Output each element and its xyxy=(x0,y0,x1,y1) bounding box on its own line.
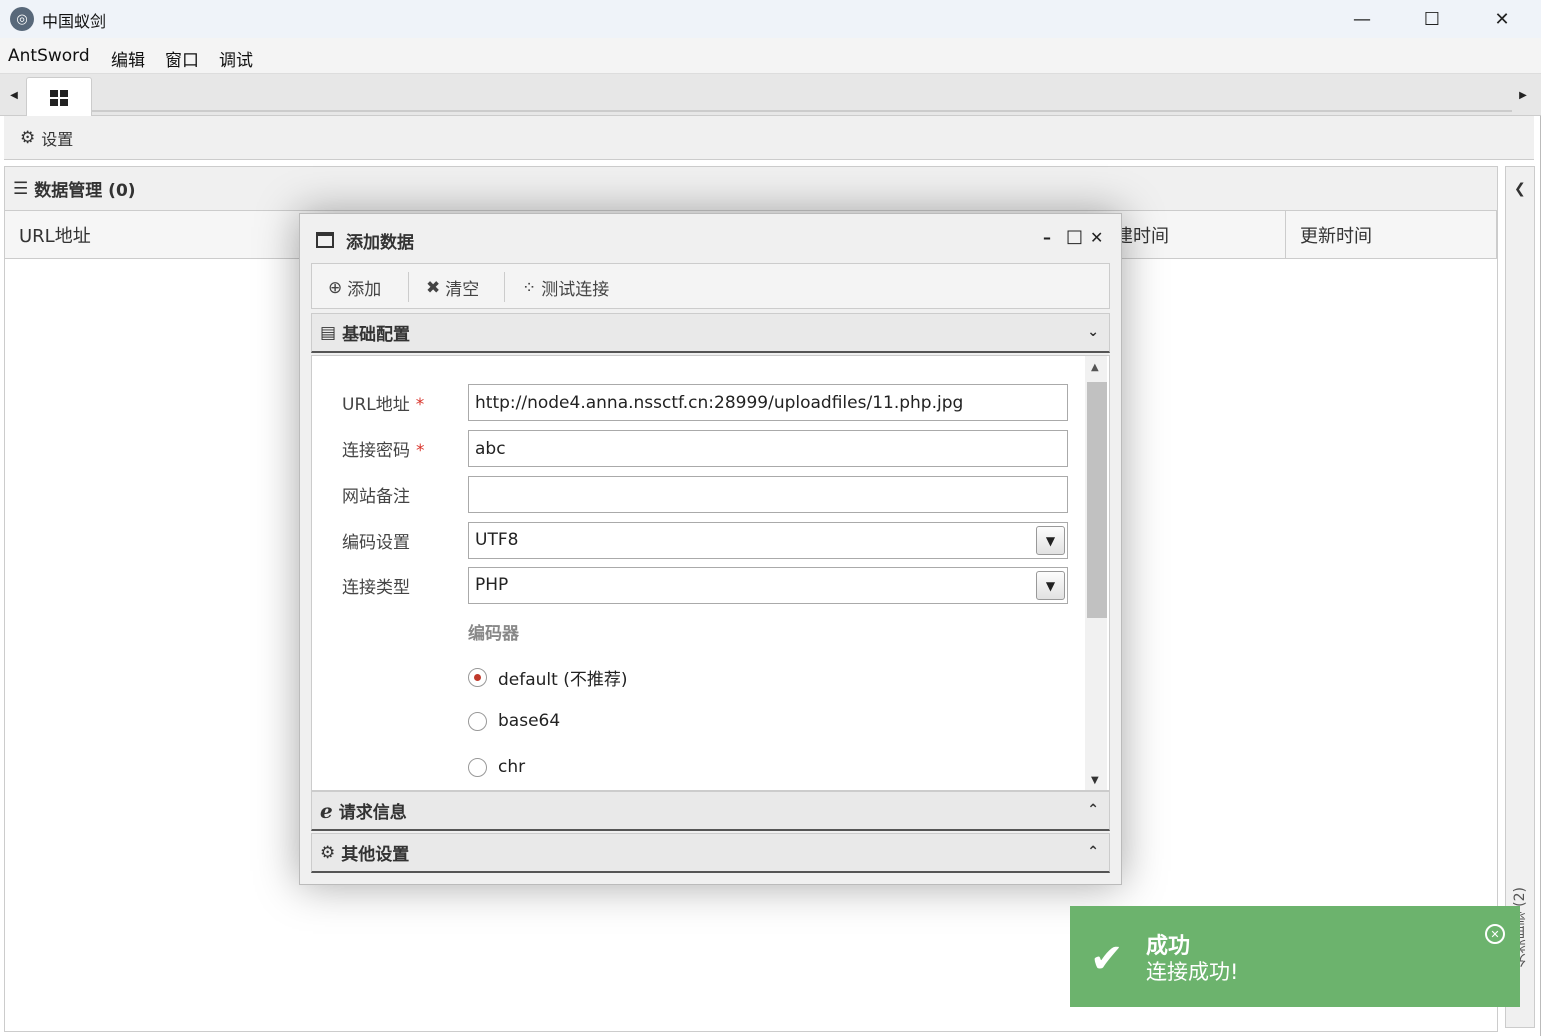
dialog-title: 添加数据 xyxy=(346,233,414,253)
app-window: ◎ 中国蚁剑 — ☐ ✕ AntSword 编辑 窗口 调试 ◀ ▶ ⚙ 设置 xyxy=(0,0,1541,1036)
add-label: 添加 xyxy=(347,280,382,300)
url-label: URL地址 * xyxy=(342,395,425,415)
list-icon: ☰ xyxy=(13,178,29,199)
scroll-up-icon[interactable]: ▲ xyxy=(1091,362,1099,373)
x-icon: ✖ xyxy=(426,277,441,298)
basic-config-form: URL地址* 连接密码* 网站备注 编码设置 UTF8 ▼ 连接类型 PHP ▼… xyxy=(311,355,1110,791)
radio-selected-icon[interactable] xyxy=(468,668,487,687)
dialog-toolbar: ⊕ 添加 ✖ 清空 ⁘ 测试连接 xyxy=(311,263,1110,309)
password-input[interactable] xyxy=(468,430,1068,467)
toast-message: 连接成功! xyxy=(1146,960,1239,984)
encoder-chr-label: chr xyxy=(498,757,526,777)
encoder-label: 编码器 xyxy=(468,624,519,644)
dialog-maximize-button[interactable]: □ xyxy=(1066,226,1083,247)
chevron-down-icon: ⌄ xyxy=(1087,324,1099,340)
connection-type-label: 连接类型 xyxy=(342,578,410,598)
encoder-default-note: (不推荐) xyxy=(563,670,628,690)
tab-home[interactable] xyxy=(26,77,92,117)
tab-scroll-right-icon[interactable]: ▶ xyxy=(1513,74,1533,116)
menu-window[interactable]: 窗口 xyxy=(165,46,199,71)
gears-icon: ⚙ xyxy=(320,842,336,863)
window-icon xyxy=(316,232,334,248)
scrollbar-thumb[interactable] xyxy=(1087,382,1107,618)
chevron-down-icon[interactable]: ▼ xyxy=(1036,571,1065,600)
encoder-default-label: default xyxy=(498,670,558,690)
encoder-base64-label: base64 xyxy=(498,711,561,731)
test-connection-button[interactable]: ⁘ 测试连接 xyxy=(522,275,610,301)
spinner-icon: ⁘ xyxy=(522,277,537,298)
data-panel-title: 数据管理 (0) xyxy=(34,181,136,201)
toast-close-icon[interactable]: ✕ xyxy=(1485,924,1505,944)
grid-icon xyxy=(50,89,68,106)
encoding-select[interactable]: UTF8 ▼ xyxy=(468,522,1068,559)
connection-type-value: PHP xyxy=(475,575,509,595)
document-icon: ▤ xyxy=(320,322,337,343)
dialog-close-button[interactable]: ✕ xyxy=(1090,228,1103,247)
clear-button[interactable]: ✖ 清空 xyxy=(426,275,480,301)
column-created-time[interactable]: 建时间 xyxy=(1109,211,1286,259)
minimize-button[interactable]: — xyxy=(1327,0,1397,38)
url-input[interactable] xyxy=(468,384,1068,421)
menu-bar: AntSword 编辑 窗口 调试 xyxy=(0,38,1541,74)
radio-icon[interactable] xyxy=(468,711,487,731)
section-other-settings[interactable]: ⚙ 其他设置 ⌃ xyxy=(311,833,1110,873)
section-request-label: 请求信息 xyxy=(338,803,407,823)
main-toolbar: ⚙ 设置 xyxy=(4,116,1534,160)
menu-edit[interactable]: 编辑 xyxy=(111,46,145,71)
ie-icon: ℯ xyxy=(320,798,333,823)
plus-circle-icon: ⊕ xyxy=(328,277,343,298)
radio-icon[interactable] xyxy=(468,757,487,777)
encoding-value: UTF8 xyxy=(475,530,519,550)
encoder-option-default[interactable]: default (不推荐) xyxy=(468,665,628,690)
toolbar-separator xyxy=(504,272,505,302)
encoder-option-chr[interactable]: chr xyxy=(468,757,525,777)
tab-scroll-left-icon[interactable]: ◀ xyxy=(4,74,24,116)
section-other-label: 其他设置 xyxy=(341,845,410,865)
menu-antsword[interactable]: AntSword xyxy=(8,46,90,66)
add-button[interactable]: ⊕ 添加 xyxy=(328,275,382,301)
title-bar: ◎ 中国蚁剑 — ☐ ✕ xyxy=(0,0,1541,38)
chevron-up-icon: ⌃ xyxy=(1087,802,1099,818)
form-scrollbar[interactable]: ▲ ▼ xyxy=(1085,356,1107,790)
maximize-button[interactable]: ☐ xyxy=(1397,0,1467,38)
tab-divider xyxy=(92,110,1512,112)
note-input[interactable] xyxy=(468,476,1068,513)
note-label: 网站备注 xyxy=(342,487,410,507)
section-basic-config[interactable]: ▤ 基础配置 ⌄ xyxy=(311,313,1110,353)
menu-debug[interactable]: 调试 xyxy=(219,46,253,71)
dialog-header[interactable]: 添加数据 – □ ✕ xyxy=(300,214,1121,262)
app-logo-icon: ◎ xyxy=(10,7,34,31)
checkmark-icon: ✔ xyxy=(1090,936,1124,982)
encoding-label: 编码设置 xyxy=(342,533,410,553)
section-basic-label: 基础配置 xyxy=(342,325,411,345)
settings-label: 设置 xyxy=(41,130,74,149)
close-button[interactable]: ✕ xyxy=(1467,0,1537,38)
encoder-option-base64[interactable]: base64 xyxy=(468,711,560,731)
success-toast: ✔ 成功 连接成功! ✕ xyxy=(1070,906,1520,1007)
scroll-down-icon[interactable]: ▼ xyxy=(1091,775,1099,786)
test-connection-label: 测试连接 xyxy=(541,280,610,300)
tab-strip: ◀ ▶ xyxy=(0,74,1541,117)
settings-button[interactable]: ⚙ 设置 xyxy=(20,126,73,150)
password-label: 连接密码 * xyxy=(342,441,425,461)
add-data-dialog: 添加数据 – □ ✕ ⊕ 添加 ✖ 清空 ⁘ 测试连接 ▤ 基础配置 ⌄ URL… xyxy=(299,213,1122,885)
toolbar-separator xyxy=(408,272,409,302)
chevron-left-icon[interactable]: ❮ xyxy=(1514,181,1526,197)
category-sidebar: ❮ 分类目录 (2) xyxy=(1505,166,1535,1028)
window-title: 中国蚁剑 xyxy=(42,12,107,31)
data-panel-header: ☰ 数据管理 (0) xyxy=(5,167,1497,211)
column-updated-time[interactable]: 更新时间 xyxy=(1286,211,1497,259)
chevron-up-icon: ⌃ xyxy=(1087,844,1099,860)
section-request-info[interactable]: ℯ 请求信息 ⌃ xyxy=(311,791,1110,831)
connection-type-select[interactable]: PHP ▼ xyxy=(468,567,1068,604)
dialog-minimize-button[interactable]: – xyxy=(1043,228,1051,247)
chevron-down-icon[interactable]: ▼ xyxy=(1036,526,1065,555)
clear-label: 清空 xyxy=(445,280,480,300)
gear-icon: ⚙ xyxy=(20,128,36,148)
